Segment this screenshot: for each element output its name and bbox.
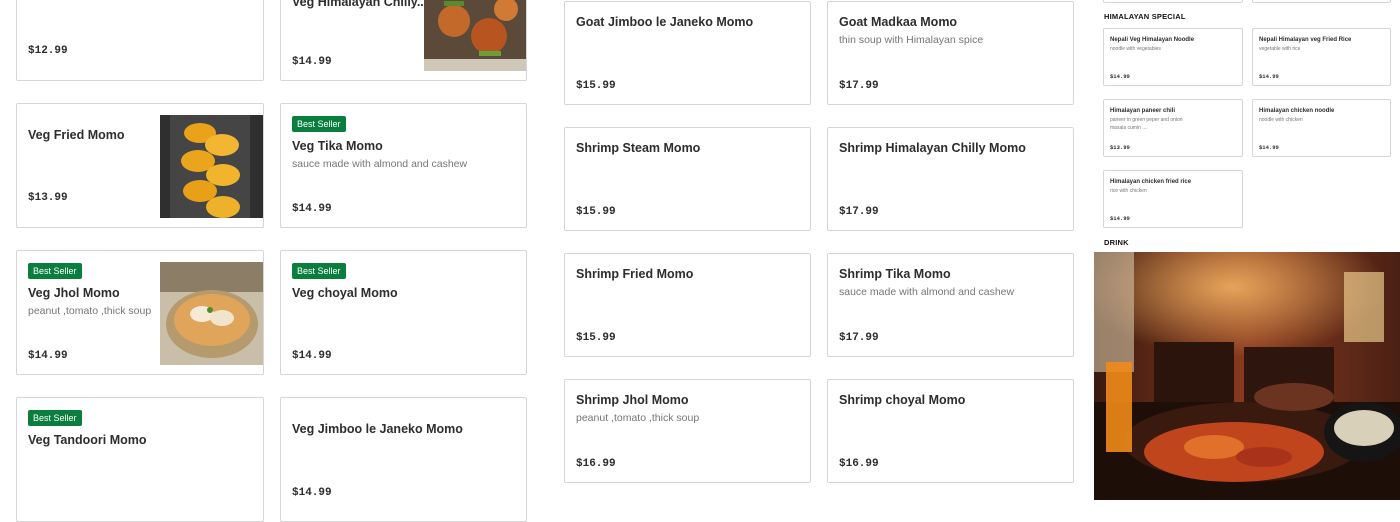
section-heading-drink: DRINK	[1104, 238, 1129, 247]
item-price: $13.99	[28, 192, 68, 204]
item-name: Shrimp Fried Momo	[576, 267, 694, 281]
item-name: Veg Jhol Momo	[28, 286, 120, 300]
menu-item-card-veg-tika-momo[interactable]: Best Seller Veg Tika Momo sauce made wit…	[280, 103, 527, 228]
item-price: $15.99	[576, 332, 616, 344]
item-name: Goat Madkaa Momo	[839, 15, 958, 29]
item-photo	[160, 262, 263, 365]
item-price: $14.99	[28, 350, 68, 362]
menu-item-card-goat-madkaa-momo[interactable]: Goat Madkaa Momo thin soup with Himalaya…	[827, 1, 1074, 105]
menu-item-card-shrimp-jhol-momo[interactable]: Shrimp Jhol Momo peanut ,tomato ,thick s…	[564, 379, 811, 483]
menu-item-card-shrimp-steam-momo[interactable]: Shrimp Steam Momo $15.99	[564, 127, 811, 231]
menu-item-card-veg-fried-momo[interactable]: Veg Fried Momo $13.99	[16, 103, 264, 228]
item-price: $14.99	[292, 203, 332, 215]
item-price: $16.99	[839, 458, 879, 470]
menu-item-card-shrimp-choyal-momo[interactable]: Shrimp choyal Momo $16.99	[827, 379, 1074, 483]
item-name: Veg Tandoori Momo	[28, 433, 147, 447]
item-description: sauce made with almond and cashew	[292, 158, 468, 170]
best-seller-badge: Best Seller	[292, 263, 346, 279]
menu-item-card-goat-jimboo-le-janeko-momo[interactable]: Goat Jimboo le Janeko Momo $15.99	[564, 1, 811, 105]
item-name: Himalayan chicken noodle	[1259, 108, 1335, 114]
item-name: Veg Tika Momo	[292, 139, 383, 153]
item-price: $17.99	[839, 80, 879, 92]
best-seller-badge: Best Seller	[28, 410, 82, 426]
menu-item-card-veg-jimboo-le-janeko-momo[interactable]: Veg Jimboo le Janeko Momo $14.99	[280, 397, 527, 522]
item-name: Goat Jimboo le Janeko Momo	[576, 15, 754, 29]
item-price: $14.99	[1110, 73, 1130, 80]
item-price: $15.99	[576, 80, 616, 92]
item-name: Nepali Veg Himalayan Noodle	[1110, 37, 1195, 43]
menu-item-card-shrimp-himalayan-chilly-momo[interactable]: Shrimp Himalayan Chilly Momo $17.99	[827, 127, 1074, 231]
item-name: Veg Himalayan Chilly...	[292, 0, 428, 9]
item-description: noodle with vegetables	[1110, 46, 1161, 52]
item-price: $14.99	[292, 487, 332, 499]
item-description: noodle with chicken	[1259, 117, 1303, 123]
item-price: $12.99	[28, 45, 68, 57]
item-name: Veg Fried Momo	[28, 128, 125, 142]
item-price: $14.99	[1259, 73, 1279, 80]
item-name: Shrimp choyal Momo	[839, 393, 966, 407]
item-name: Shrimp Jhol Momo	[576, 393, 689, 407]
item-price: $14.99	[1259, 144, 1279, 151]
item-description: peanut ,tomato ,thick soup	[576, 412, 700, 424]
item-description: sauce made with almond and cashew	[839, 286, 1015, 298]
menu-item-card-himalayan-chicken-fried-rice[interactable]: Himalayan chicken fried rice rice with c…	[1103, 170, 1243, 228]
item-photo	[424, 0, 526, 71]
item-photo	[160, 115, 263, 218]
item-name: Veg Jimboo le Janeko Momo	[292, 422, 463, 436]
item-name: Veg choyal Momo	[292, 286, 398, 300]
menu-item-card-veg-choyal-momo[interactable]: Best Seller Veg choyal Momo $14.99	[280, 250, 527, 375]
item-name: Shrimp Tika Momo	[839, 267, 951, 281]
item-price: $14.99	[1110, 215, 1130, 222]
menu-item-card-veg-tandoori-momo[interactable]: Best Seller Veg Tandoori Momo	[16, 397, 264, 522]
restaurant-interior-photo	[1094, 252, 1400, 500]
item-price: $16.99	[576, 458, 616, 470]
item-description: vegetable with rice	[1259, 46, 1301, 52]
menu-item-card-shrimp-fried-momo[interactable]: Shrimp Fried Momo $15.99	[564, 253, 811, 357]
section-heading-himalayan-special: HIMALAYAN SPECIAL	[1104, 12, 1186, 21]
item-name: Nepali Himalayan veg Fried Rice	[1259, 37, 1352, 43]
item-description: peanut ,tomato ,thick soup	[28, 305, 152, 317]
menu-item-card-veg-himalayan-chilly[interactable]: Veg Himalayan Chilly... $14.99	[280, 0, 527, 81]
item-price: $14.99	[292, 56, 332, 68]
menu-item-card-nepali-veg-himalayan-noodle[interactable]: Nepali Veg Himalayan Noodle noodle with …	[1103, 28, 1243, 86]
item-description: paneer in green peper and onion masala c…	[1110, 117, 1183, 131]
item-name: Shrimp Himalayan Chilly Momo	[839, 141, 1026, 155]
item-description: thin soup with Himalayan spice	[839, 34, 984, 46]
menu-item-card-shrimp-tika-momo[interactable]: Shrimp Tika Momo sauce made with almond …	[827, 253, 1074, 357]
item-price: $17.99	[839, 206, 879, 218]
best-seller-badge: Best Seller	[292, 116, 346, 132]
menu-item-card-nepali-himalayan-veg-fried-rice[interactable]: Nepali Himalayan veg Fried Rice vegetabl…	[1252, 28, 1391, 86]
menu-item-card[interactable]	[1252, 0, 1391, 3]
item-price: $15.99	[576, 206, 616, 218]
item-description: rice with chicken	[1110, 188, 1147, 194]
best-seller-badge: Best Seller	[28, 263, 82, 279]
menu-item-card[interactable]	[1103, 0, 1243, 3]
item-name: Himalayan paneer chili	[1110, 108, 1176, 114]
item-price: $14.99	[292, 350, 332, 362]
menu-item-card-himalayan-paneer-chili[interactable]: Himalayan paneer chili paneer in green p…	[1103, 99, 1243, 157]
menu-item-card-veg-jhol-momo[interactable]: Best Seller Veg Jhol Momo peanut ,tomato…	[16, 250, 264, 375]
menu-item-card-himalayan-chicken-noodle[interactable]: Himalayan chicken noodle noodle with chi…	[1252, 99, 1391, 157]
item-name: Himalayan chicken fried rice	[1110, 179, 1192, 185]
menu-item-card[interactable]: $12.99	[16, 0, 264, 81]
item-name: Shrimp Steam Momo	[576, 141, 701, 155]
item-price: $13.99	[1110, 144, 1130, 151]
item-price: $17.99	[839, 332, 879, 344]
